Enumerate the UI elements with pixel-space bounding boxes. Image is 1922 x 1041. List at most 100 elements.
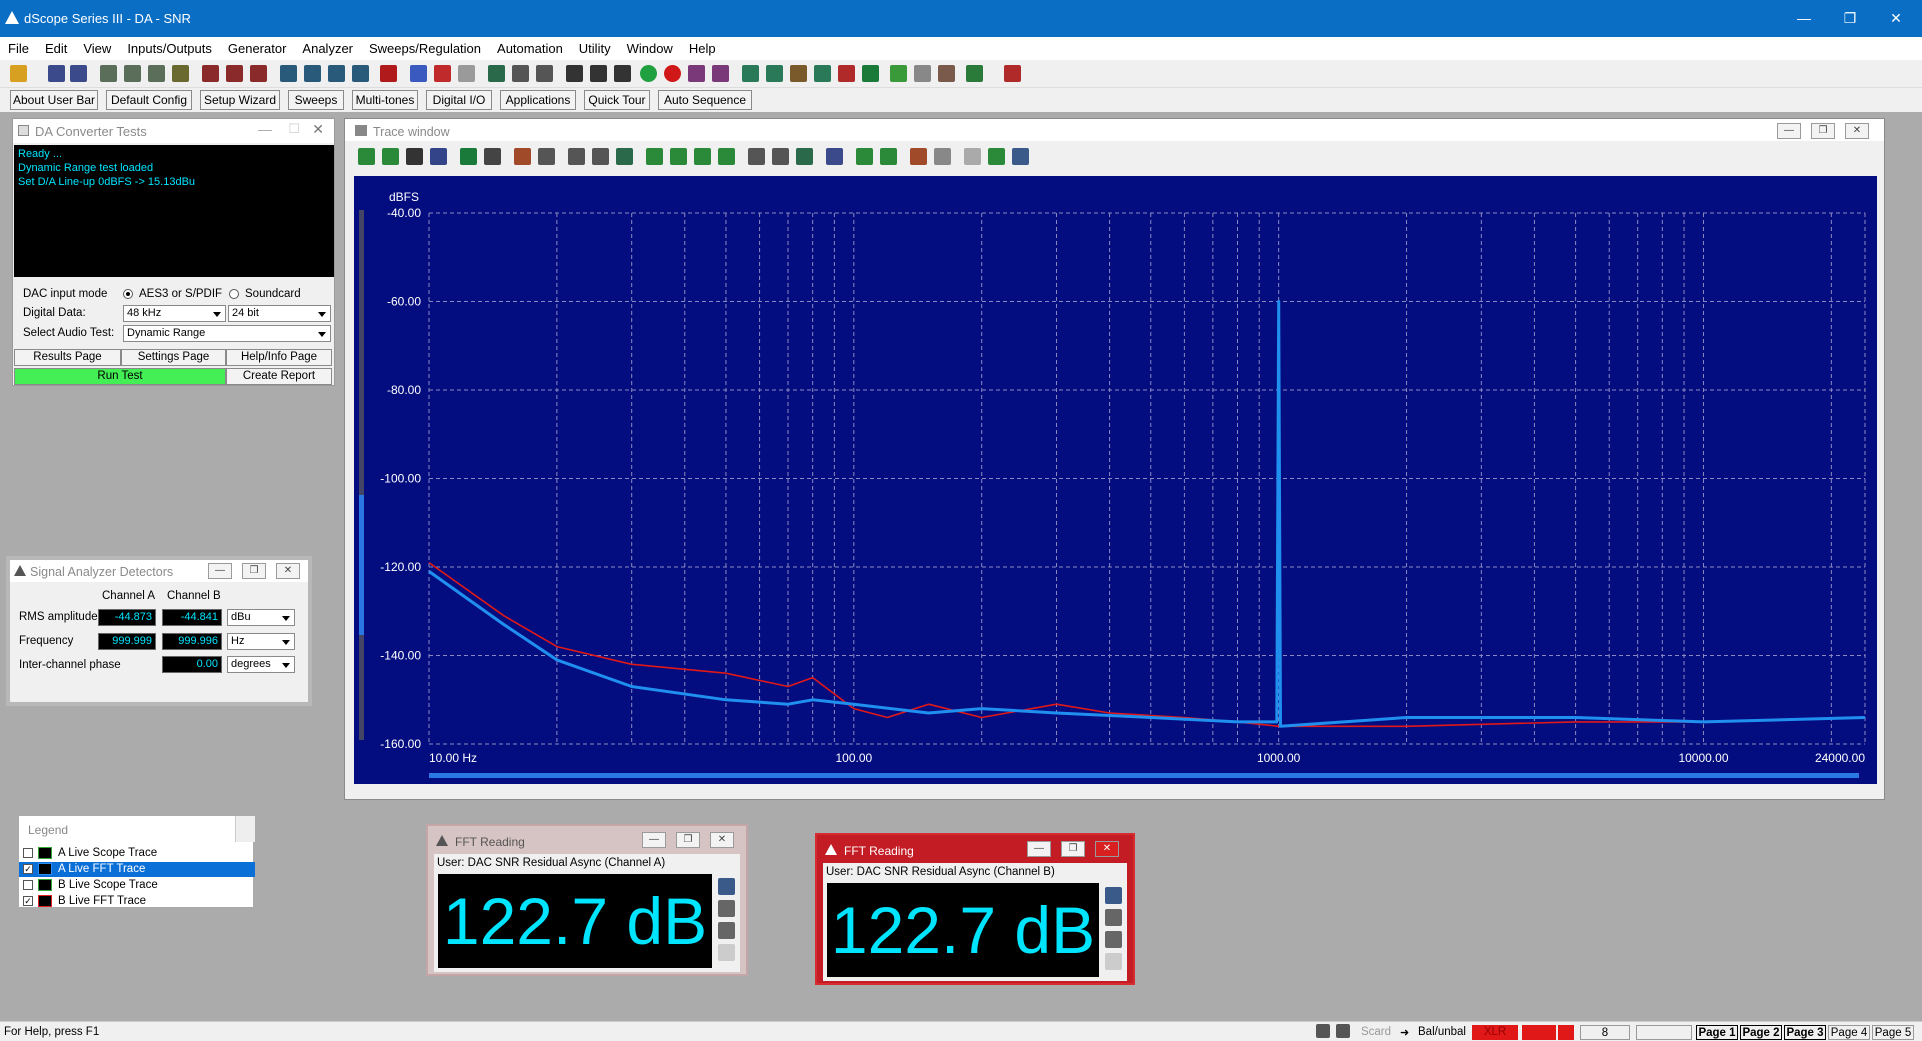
menu-inputs-outputs[interactable]: Inputs/Outputs	[119, 37, 220, 60]
results-page-button[interactable]: Results Page	[14, 349, 121, 366]
restore-icon[interactable]: ❐	[242, 563, 266, 579]
about-user-bar-button[interactable]: About User Bar	[10, 90, 98, 110]
page-5-tab[interactable]: Page 5	[1872, 1025, 1914, 1040]
legend-item[interactable]: ✓ B Live FFT Trace	[19, 894, 255, 909]
trace-3-icon[interactable]	[458, 65, 475, 82]
scope-icon[interactable]	[488, 65, 505, 82]
menu-analyzer[interactable]: Analyzer	[294, 37, 361, 60]
menu-window[interactable]: Window	[619, 37, 681, 60]
fft-a-scale-icon[interactable]	[718, 878, 735, 895]
digital-io-button[interactable]: Digital I/O	[426, 90, 492, 110]
regulation-6-icon[interactable]	[862, 65, 879, 82]
automation-2-icon[interactable]	[914, 65, 931, 82]
run-test-button[interactable]: Run Test	[14, 368, 226, 385]
detector-1-icon[interactable]	[566, 65, 583, 82]
audio-test-select[interactable]: Dynamic Range	[123, 325, 331, 342]
maximize-icon[interactable]: ☐	[288, 121, 300, 137]
trace-tool-6-icon[interactable]	[484, 148, 501, 165]
record-icon[interactable]	[664, 65, 681, 82]
minimize-button[interactable]: —	[1780, 0, 1828, 37]
regulation-3-icon[interactable]	[790, 65, 807, 82]
multi-tones-button[interactable]: Multi-tones	[352, 90, 418, 110]
fft-b-scale-icon[interactable]	[1105, 887, 1122, 904]
run-icon[interactable]	[640, 65, 657, 82]
input-c-icon[interactable]	[328, 65, 345, 82]
page-4-tab[interactable]: Page 4	[1828, 1025, 1870, 1040]
menu-help[interactable]: Help	[681, 37, 724, 60]
sweep-icon[interactable]	[688, 65, 705, 82]
automation-1-icon[interactable]	[890, 65, 907, 82]
aes3-radio[interactable]	[123, 289, 133, 299]
menu-file[interactable]: File	[0, 37, 37, 60]
fft-b-settings-icon[interactable]	[1105, 909, 1122, 926]
menu-edit[interactable]: Edit	[37, 37, 75, 60]
restore-button[interactable]: ❐	[1826, 0, 1874, 37]
trace-tool-5-icon[interactable]	[460, 148, 477, 165]
zoom-in-icon[interactable]	[568, 148, 585, 165]
restore-icon[interactable]: ❐	[1811, 123, 1835, 139]
input-d-icon[interactable]	[352, 65, 369, 82]
open-icon[interactable]	[10, 65, 27, 82]
page-1-tab[interactable]: Page 1	[1696, 1025, 1738, 1040]
input-b-icon[interactable]	[304, 65, 321, 82]
export-icon[interactable]	[966, 65, 983, 82]
scale-3-icon[interactable]	[796, 148, 813, 165]
close-icon[interactable]: ✕	[312, 121, 324, 138]
automation-3-icon[interactable]	[938, 65, 955, 82]
default-config-button[interactable]: Default Config	[106, 90, 192, 110]
menu-utility[interactable]: Utility	[571, 37, 619, 60]
sweep-stop-icon[interactable]	[712, 65, 729, 82]
trace-tool-2-icon[interactable]	[382, 148, 399, 165]
minimize-icon[interactable]: —	[1777, 123, 1801, 139]
meter-1-icon[interactable]	[512, 65, 529, 82]
rms-unit-select[interactable]: dBu	[227, 609, 295, 626]
restore-icon[interactable]: ❐	[1061, 841, 1085, 857]
cursor-3-icon[interactable]	[694, 148, 711, 165]
sweeps-button[interactable]: Sweeps	[288, 90, 344, 110]
analyzer-icon[interactable]	[202, 65, 219, 82]
trace-tool-7-icon[interactable]	[514, 148, 531, 165]
trace-tool-3-icon[interactable]	[406, 148, 423, 165]
minimize-icon[interactable]: —	[258, 121, 272, 137]
sample-rate-select[interactable]: 48 kHz	[123, 305, 226, 322]
legend-checkbox[interactable]	[23, 880, 33, 890]
trace-2-icon[interactable]	[434, 65, 451, 82]
close-icon[interactable]: ✕	[1095, 841, 1119, 857]
setup-wizard-button[interactable]: Setup Wizard	[200, 90, 280, 110]
close-icon[interactable]: ✕	[710, 832, 734, 848]
phase-unit-select[interactable]: degrees	[227, 656, 295, 673]
minimize-icon[interactable]: —	[208, 563, 232, 579]
cancel-icon[interactable]	[380, 65, 397, 82]
scale-1-icon[interactable]	[748, 148, 765, 165]
regulation-5-icon[interactable]	[838, 65, 855, 82]
page-2-tab[interactable]: Page 2	[1740, 1025, 1782, 1040]
generator-osc-icon[interactable]	[148, 65, 165, 82]
trace-1-icon[interactable]	[410, 65, 427, 82]
trace-tool-25-icon[interactable]	[988, 148, 1005, 165]
restore-icon[interactable]: ❐	[676, 832, 700, 848]
bit-depth-select[interactable]: 24 bit	[228, 305, 331, 322]
trace-tool-8-icon[interactable]	[538, 148, 555, 165]
fft-a-arrows-icon[interactable]	[718, 944, 735, 961]
fft-a-edit-icon[interactable]	[718, 922, 735, 939]
trace-tool-24-icon[interactable]	[964, 148, 981, 165]
peak-2-icon[interactable]	[880, 148, 897, 165]
input-a-icon[interactable]	[280, 65, 297, 82]
legend-scroll[interactable]	[235, 816, 255, 842]
legend-checkbox[interactable]: ✓	[23, 864, 33, 874]
cursor-2-icon[interactable]	[670, 148, 687, 165]
trace-tool-26-icon[interactable]	[1012, 148, 1029, 165]
fft-a-settings-icon[interactable]	[718, 900, 735, 917]
cut-icon[interactable]	[910, 148, 927, 165]
fft-b-edit-icon[interactable]	[1105, 931, 1122, 948]
legend-item[interactable]: B Live Scope Trace	[19, 878, 255, 893]
trace-tool-1-icon[interactable]	[358, 148, 375, 165]
menu-automation[interactable]: Automation	[489, 37, 571, 60]
menu-sweeps-regulation[interactable]: Sweeps/Regulation	[361, 37, 489, 60]
fft-b-arrows-icon[interactable]	[1105, 953, 1122, 970]
meter-2-icon[interactable]	[536, 65, 553, 82]
regulation-1-icon[interactable]	[742, 65, 759, 82]
generator-icon[interactable]	[100, 65, 117, 82]
y-scrollbar-thumb[interactable]	[359, 495, 364, 635]
page-3-tab[interactable]: Page 3	[1784, 1025, 1826, 1040]
